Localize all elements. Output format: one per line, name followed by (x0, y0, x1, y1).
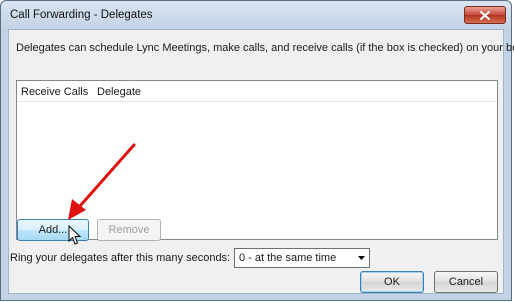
mouse-pointer-icon (68, 225, 82, 245)
annotation-arrow (68, 143, 136, 220)
